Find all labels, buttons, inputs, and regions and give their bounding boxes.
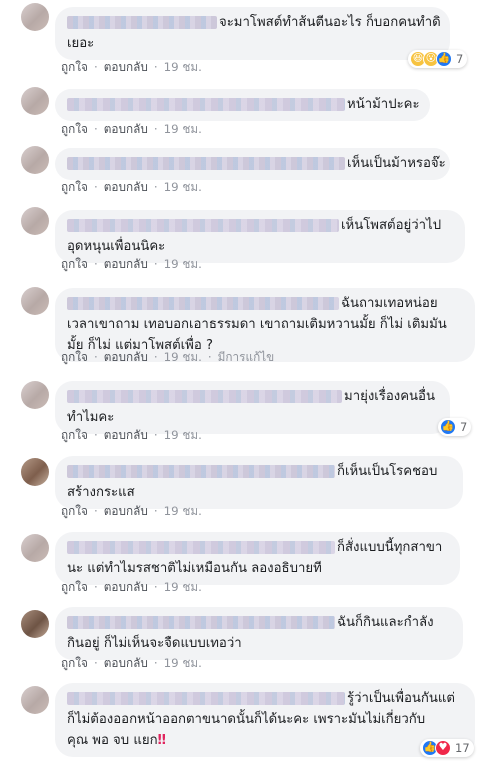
reply-link[interactable]: ตอบกลับ	[104, 579, 148, 595]
timestamp[interactable]: 19 ชม.	[164, 503, 202, 519]
comment-text: ฉันก็กินและกำลัง	[337, 615, 434, 630]
like-icon: 👍	[436, 51, 452, 67]
avatar[interactable]	[21, 146, 49, 174]
comment-text: นะ แต่ทำไมรสชาติไม่เหมือนกัน ลองอธิบายที	[67, 561, 322, 576]
avatar[interactable]	[21, 458, 49, 486]
comment-actions: ถูกใจ · ตอบกลับ · 19 ชม.	[61, 59, 202, 75]
avatar[interactable]	[21, 610, 49, 638]
avatar[interactable]	[21, 87, 49, 115]
blurred-author-name[interactable]	[67, 97, 345, 111]
like-link[interactable]: ถูกใจ	[61, 59, 88, 75]
blurred-author-name[interactable]	[67, 389, 342, 403]
reaction-summary[interactable]: 👍 7	[438, 418, 472, 436]
timestamp[interactable]: 19 ชม.	[164, 349, 202, 365]
timestamp[interactable]: 19 ชม.	[164, 59, 202, 75]
comment-text: ฉันถามเทอหน่อย	[341, 296, 438, 311]
reply-link[interactable]: ตอบกลับ	[104, 349, 148, 365]
comment-text: กินอยู่ ก็ไม่เห็นจะจืดแบบเทอว่า	[67, 636, 242, 651]
timestamp[interactable]: 19 ชม.	[164, 179, 202, 195]
reply-link[interactable]: ตอบกลับ	[104, 179, 148, 195]
reply-link[interactable]: ตอบกลับ	[104, 59, 148, 75]
timestamp[interactable]: 19 ชม.	[164, 655, 202, 671]
comment-actions: ถูกใจ · ตอบกลับ · 19 ชม.	[61, 179, 202, 195]
comment-text: ก็ไม่ต้องออกหน้าออกตาขนาดนั้นก็ได้นะคะ เ…	[67, 712, 426, 727]
comment-actions: ถูกใจ · ตอบกลับ · 19 ชม. · มีการแก้ไข	[61, 349, 275, 365]
blurred-author-name[interactable]	[67, 615, 335, 629]
avatar[interactable]	[21, 686, 49, 714]
comment-bubble: ฉันก็กินและกำลัง กินอยู่ ก็ไม่เห็นจะจืดแ…	[55, 607, 463, 660]
reply-link[interactable]: ตอบกลับ	[104, 256, 148, 272]
comment-bubble: ก็เห็นเป็นโรคชอบ สร้างกระแส	[55, 456, 463, 509]
avatar[interactable]	[21, 287, 49, 315]
like-link[interactable]: ถูกใจ	[61, 349, 88, 365]
comment-actions: ถูกใจ · ตอบกลับ · 19 ชม.	[61, 503, 202, 519]
reaction-count: 17	[455, 741, 470, 755]
like-link[interactable]: ถูกใจ	[61, 579, 88, 595]
double-exclamation-icon: ‼	[157, 733, 166, 748]
comment-actions: ถูกใจ · ตอบกลับ · 19 ชม.	[61, 121, 202, 137]
edited-label[interactable]: มีการแก้ไข	[218, 349, 275, 365]
reply-link[interactable]: ตอบกลับ	[104, 503, 148, 519]
comment-text: รู้ว่าเป็นเพื่อนกันแต่	[347, 691, 455, 706]
comment-text: หน้าม้าปะคะ	[347, 97, 420, 112]
like-link[interactable]: ถูกใจ	[61, 256, 88, 272]
blurred-author-name[interactable]	[67, 540, 335, 554]
avatar[interactable]	[21, 3, 49, 31]
comment-text: สร้างกระแส	[67, 485, 135, 500]
blurred-author-name[interactable]	[67, 156, 345, 170]
like-link[interactable]: ถูกใจ	[61, 121, 88, 137]
comment-bubble: ก็สั่งแบบนี้ทุกสาขา นะ แต่ทำไมรสชาติไม่เ…	[55, 532, 460, 585]
like-link[interactable]: ถูกใจ	[61, 179, 88, 195]
comment-text: เห็นเป็นม้าหรอจ๊ะ	[347, 156, 446, 171]
like-link[interactable]: ถูกใจ	[61, 427, 88, 443]
comment-text: ก็เห็นเป็นโรคชอบ	[337, 464, 438, 479]
comment-text: คุณ พอ จบ แยก	[67, 733, 158, 748]
timestamp[interactable]: 19 ชม.	[164, 256, 202, 272]
comment-text: ทำไมคะ	[67, 410, 115, 425]
comment-actions: ถูกใจ · ตอบกลับ · 19 ชม.	[61, 256, 202, 272]
comment-text: เวลาเขาถาม เทอบอกเอาธรรมดา เขาถามเติมหวา…	[67, 317, 447, 332]
comment-actions: ถูกใจ · ตอบกลับ · 19 ชม.	[61, 427, 202, 443]
like-link[interactable]: ถูกใจ	[61, 503, 88, 519]
timestamp[interactable]: 19 ชม.	[164, 427, 202, 443]
blurred-author-name[interactable]	[67, 296, 339, 310]
comment-bubble: จะมาโพสต์ทำส้นตีนอะไร ก็บอกคนทำดิ เยอะ	[55, 7, 450, 60]
comment-actions: ถูกใจ · ตอบกลับ · 19 ชม.	[61, 579, 202, 595]
love-icon: ♥	[435, 740, 451, 756]
reply-link[interactable]: ตอบกลับ	[104, 121, 148, 137]
reply-link[interactable]: ตอบกลับ	[104, 427, 148, 443]
comment-text: อุดหนุนเพื่อนนิคะ	[67, 239, 166, 254]
reply-link[interactable]: ตอบกลับ	[104, 655, 148, 671]
blurred-author-name[interactable]	[67, 464, 335, 478]
comment-bubble: เห็นเป็นม้าหรอจ๊ะ	[55, 148, 450, 180]
comment-actions: ถูกใจ · ตอบกลับ · 19 ชม.	[61, 655, 202, 671]
comment-text: จะมาโพสต์ทำส้นตีนอะไร ก็บอกคนทำดิ	[219, 15, 441, 30]
comment-bubble: หน้าม้าปะคะ	[55, 89, 430, 121]
comment-text: เยอะ	[67, 36, 95, 51]
avatar[interactable]	[21, 207, 49, 235]
comment-bubble: รู้ว่าเป็นเพื่อนกันแต่ ก็ไม่ต้องออกหน้าอ…	[55, 683, 475, 757]
blurred-author-name[interactable]	[67, 691, 345, 705]
avatar[interactable]	[21, 534, 49, 562]
timestamp[interactable]: 19 ชม.	[164, 579, 202, 595]
reaction-summary[interactable]: 👍 ♥ 17	[420, 739, 474, 757]
blurred-author-name[interactable]	[67, 15, 217, 29]
reaction-summary[interactable]: 😆 😮 👍 7	[408, 50, 468, 68]
reaction-count: 7	[460, 420, 468, 434]
comment-text: ก็สั่งแบบนี้ทุกสาขา	[337, 540, 443, 555]
reaction-count: 7	[456, 52, 464, 66]
comment-text: มายุ่งเรื่องคนอื่น	[344, 389, 435, 404]
comment-text: เห็นโพสต์อยู่ว่าไป	[341, 218, 442, 233]
like-link[interactable]: ถูกใจ	[61, 655, 88, 671]
blurred-author-name[interactable]	[67, 218, 339, 232]
avatar[interactable]	[21, 381, 49, 409]
like-icon: 👍	[440, 419, 456, 435]
timestamp[interactable]: 19 ชม.	[164, 121, 202, 137]
